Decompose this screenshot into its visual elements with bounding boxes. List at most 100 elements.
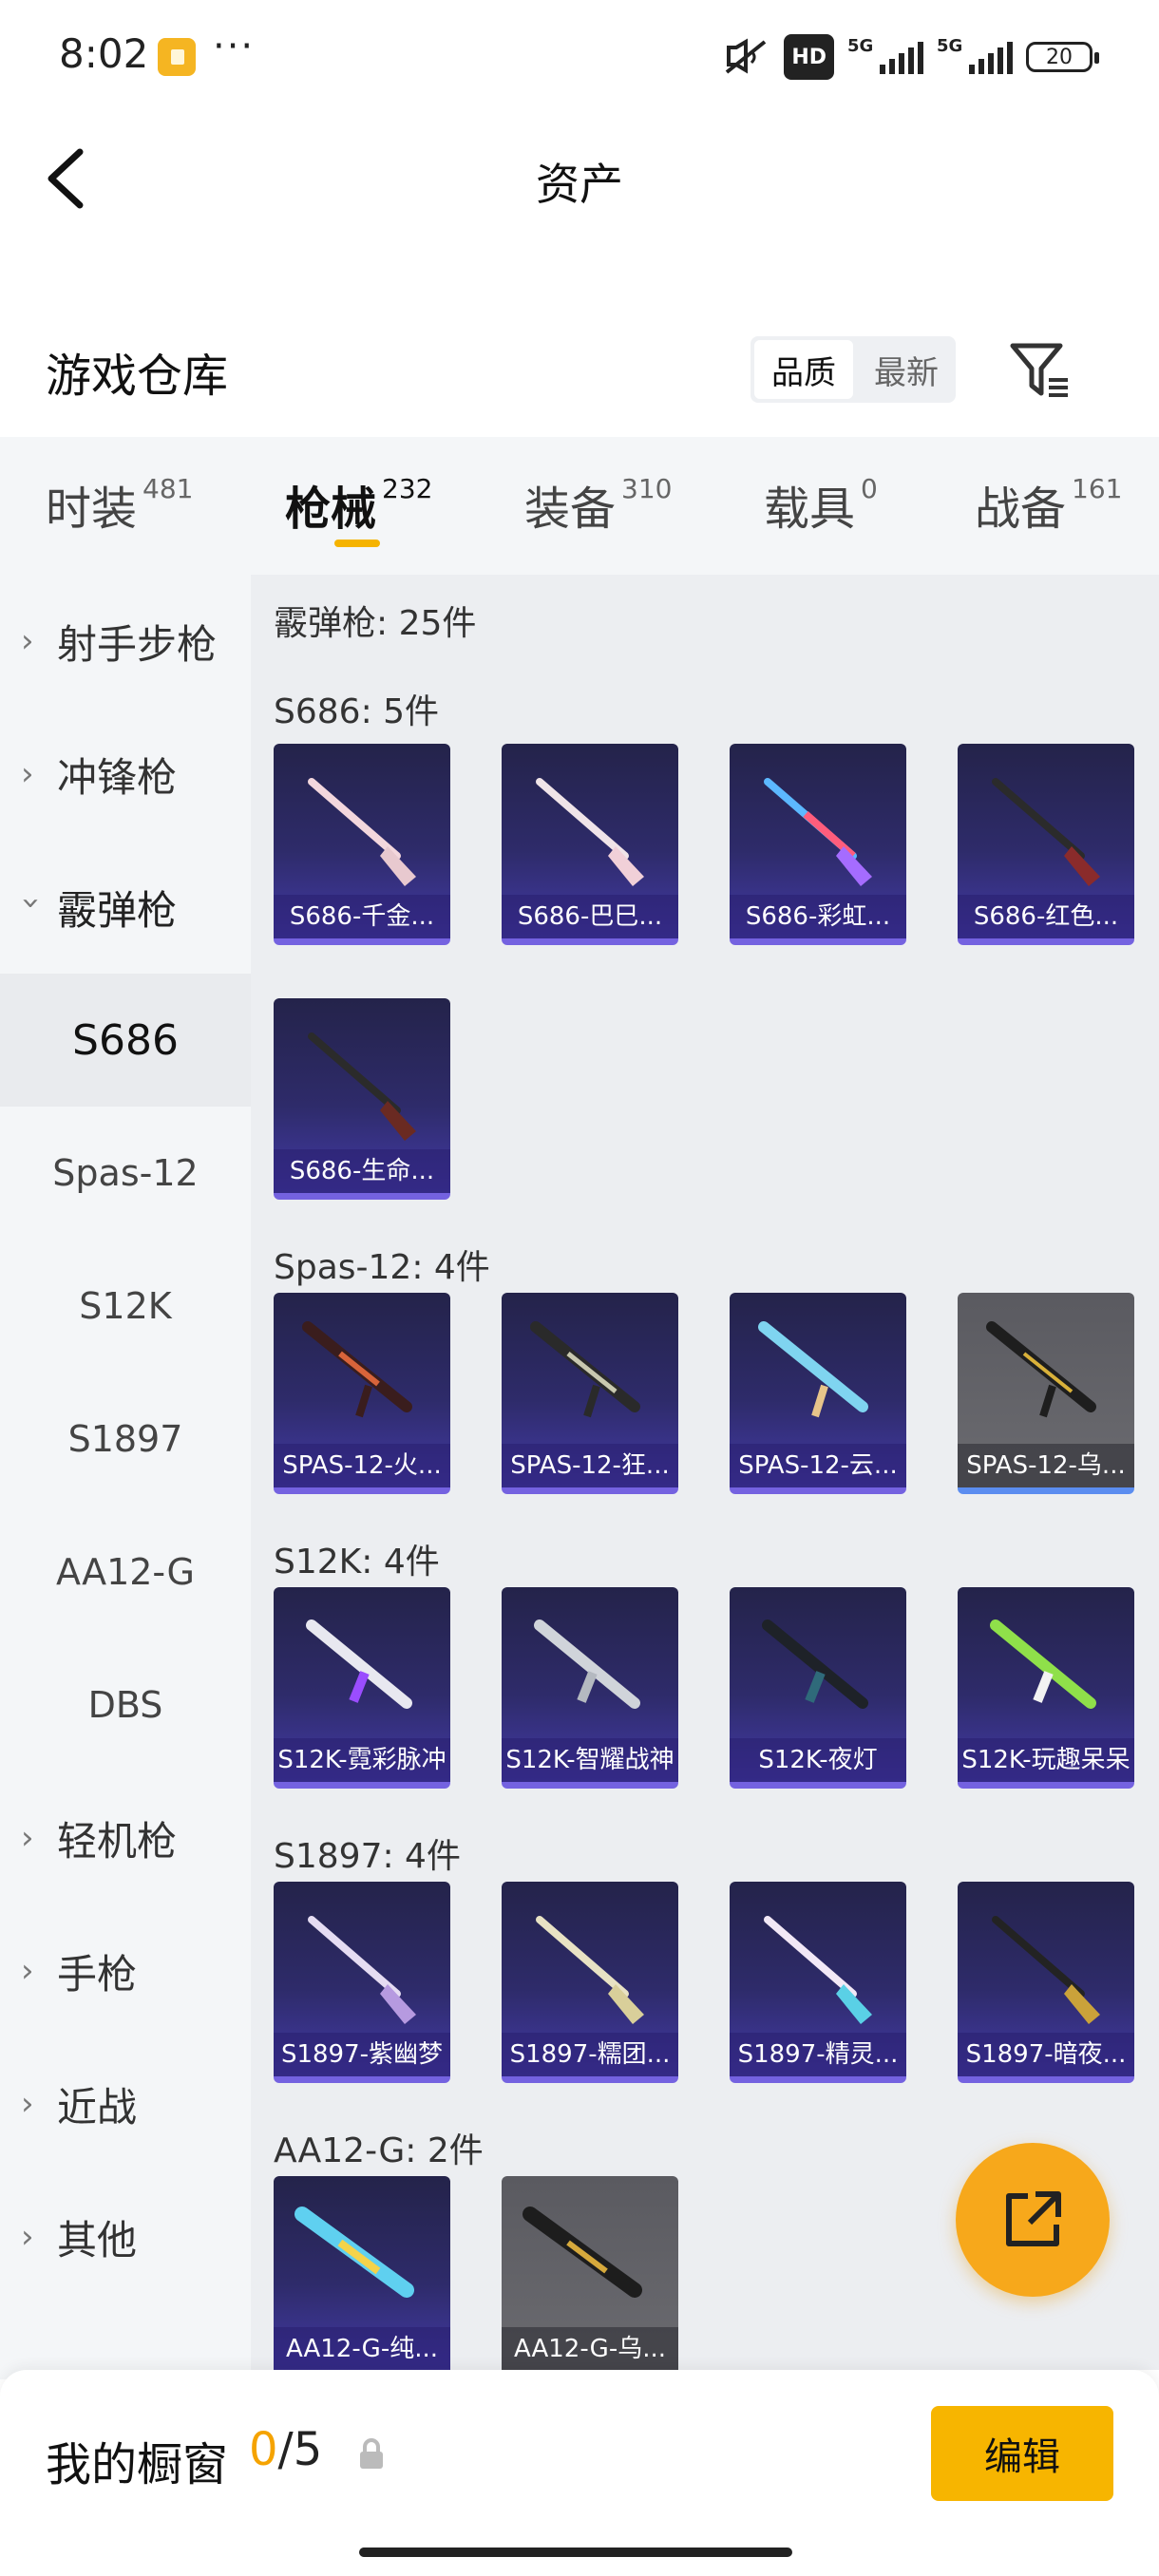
shotgun-icon bbox=[762, 1619, 868, 1709]
item-card[interactable]: S12K-夜灯 bbox=[730, 1587, 906, 1789]
sidebar-sub-spas12[interactable]: Spas-12 bbox=[0, 1107, 251, 1240]
notification-app-icon bbox=[158, 38, 196, 76]
shotgun-icon bbox=[764, 778, 872, 886]
tab-count: 481 bbox=[142, 473, 194, 504]
sidebar-item-pistol[interactable]: › 手枪 bbox=[0, 1904, 251, 2037]
sidebar-sub-s686[interactable]: S686 bbox=[0, 974, 251, 1107]
warehouse-header: 游戏仓库 品质 最新 bbox=[0, 313, 1159, 427]
page-title: 资产 bbox=[536, 159, 623, 210]
tab-label: 载具 bbox=[764, 483, 856, 536]
item-card[interactable]: S686-彩虹... bbox=[730, 744, 906, 945]
sidebar-item-label: 近战 bbox=[57, 2083, 138, 2131]
item-name: S1897-糯团... bbox=[502, 2033, 678, 2076]
tab-label: 时装 bbox=[46, 483, 138, 536]
sort-toggle: 品质 最新 bbox=[750, 336, 956, 403]
sidebar-item-lmg[interactable]: › 轻机枪 bbox=[0, 1771, 251, 1904]
sidebar-item-shotgun[interactable]: › 霰弹枪 bbox=[0, 841, 251, 974]
item-card[interactable]: S686-巴巳... bbox=[502, 744, 678, 945]
item-grid-area: 霰弹枪: 25件 S686: 5件 S686-千金... S686-巴巳... … bbox=[251, 575, 1159, 2370]
sidebar-item-label: 冲锋枪 bbox=[57, 753, 178, 801]
status-time: 8:02 bbox=[59, 30, 149, 77]
item-name: AA12-G-乌... bbox=[502, 2327, 678, 2370]
network-type-2: 5G bbox=[937, 36, 963, 56]
sidebar-sub-s12k[interactable]: S12K bbox=[0, 1240, 251, 1373]
signal-icon-2: 5G bbox=[937, 36, 1013, 74]
section-label-aa12g: AA12-G: 2件 bbox=[274, 2131, 484, 2170]
share-export-button[interactable] bbox=[956, 2143, 1110, 2297]
edit-button[interactable]: 编辑 bbox=[931, 2406, 1113, 2501]
item-name: S1897-精灵... bbox=[730, 2033, 906, 2076]
section-label-spas12: Spas-12: 4件 bbox=[274, 1248, 490, 1287]
more-notifications-icon: ··· bbox=[213, 25, 256, 68]
sidebar-sub-s1897[interactable]: S1897 bbox=[0, 1373, 251, 1506]
showcase-count: 0/5 bbox=[249, 2423, 322, 2476]
item-card[interactable]: SPAS-12-狂... bbox=[502, 1293, 678, 1494]
item-name: S12K-玩趣呆呆 bbox=[958, 1738, 1134, 1782]
home-indicator[interactable] bbox=[359, 2548, 792, 2557]
sidebar-item-other[interactable]: › 其他 bbox=[0, 2170, 251, 2303]
item-card[interactable]: S12K-霓彩脉冲 bbox=[274, 1587, 450, 1789]
item-name: S686-生命... bbox=[274, 1149, 450, 1193]
item-card[interactable]: S686-千金... bbox=[274, 744, 450, 945]
item-card[interactable]: S1897-暗夜... bbox=[958, 1882, 1134, 2083]
sidebar-sub-aa12g[interactable]: AA12-G bbox=[0, 1506, 251, 1638]
item-card[interactable]: AA12-G-纯... bbox=[274, 2176, 450, 2370]
item-card[interactable]: S1897-糯团... bbox=[502, 1882, 678, 2083]
item-name: S686-千金... bbox=[274, 895, 450, 938]
tab-label: 战备 bbox=[975, 483, 1067, 536]
chevron-right-icon: › bbox=[21, 622, 34, 660]
tab-firearms[interactable]: 枪械 232 bbox=[285, 471, 432, 538]
item-card[interactable]: S12K-智耀战神 bbox=[502, 1587, 678, 1789]
hd-voice-icon: HD bbox=[784, 34, 834, 80]
item-card[interactable]: S1897-紫幽梦 bbox=[274, 1882, 450, 2083]
item-card[interactable]: SPAS-12-乌... bbox=[958, 1293, 1134, 1494]
filter-button[interactable] bbox=[1007, 338, 1074, 405]
tab-tactical[interactable]: 战备 161 bbox=[975, 471, 1122, 538]
item-card[interactable]: S12K-玩趣呆呆 bbox=[958, 1587, 1134, 1789]
category-total: 霰弹枪: 25件 bbox=[274, 604, 477, 643]
network-type-1: 5G bbox=[847, 36, 874, 56]
tab-vehicles[interactable]: 载具 0 bbox=[764, 471, 878, 538]
active-tab-indicator bbox=[334, 540, 380, 547]
tab-equipment[interactable]: 装备 310 bbox=[524, 471, 672, 538]
sidebar-item-label: 霰弹枪 bbox=[57, 886, 178, 934]
tab-count: 0 bbox=[861, 473, 878, 504]
item-card[interactable]: S686-生命... bbox=[274, 998, 450, 1200]
sidebar-item-smg[interactable]: › 冲锋枪 bbox=[0, 708, 251, 841]
section-label-s12k: S12K: 4件 bbox=[274, 1543, 440, 1582]
item-name: SPAS-12-乌... bbox=[958, 1444, 1134, 1487]
item-card[interactable]: SPAS-12-云... bbox=[730, 1293, 906, 1494]
section-label-s686: S686: 5件 bbox=[274, 692, 440, 731]
filter-icon bbox=[1010, 343, 1068, 397]
item-name: SPAS-12-火... bbox=[274, 1444, 450, 1487]
item-card[interactable]: SPAS-12-火... bbox=[274, 1293, 450, 1494]
tab-count: 161 bbox=[1072, 473, 1123, 504]
sidebar-sub-dbs[interactable]: DBS bbox=[0, 1638, 251, 1771]
chevron-right-icon: › bbox=[21, 1952, 34, 1990]
tab-count: 232 bbox=[382, 473, 433, 504]
item-name: S686-巴巳... bbox=[502, 895, 678, 938]
chevron-down-icon: › bbox=[12, 897, 50, 910]
shotgun-icon bbox=[536, 1916, 644, 2024]
item-card[interactable]: S686-红色... bbox=[958, 744, 1134, 945]
sidebar-item-marksman-rifle[interactable]: › 射手步枪 bbox=[0, 575, 251, 708]
item-card[interactable]: AA12-G-乌... bbox=[502, 2176, 678, 2370]
chevron-right-icon: › bbox=[21, 2085, 34, 2123]
tab-count: 310 bbox=[621, 473, 673, 504]
chevron-right-icon: › bbox=[21, 1819, 34, 1857]
item-name: S12K-夜灯 bbox=[730, 1738, 906, 1782]
tab-fashion[interactable]: 时装 481 bbox=[46, 471, 193, 538]
item-card[interactable]: S1897-精灵... bbox=[730, 1882, 906, 2083]
shotgun-icon bbox=[764, 1916, 872, 2024]
warehouse-title: 游戏仓库 bbox=[46, 350, 229, 403]
shotgun-icon bbox=[986, 1321, 1096, 1418]
sort-quality-button[interactable]: 品质 bbox=[754, 340, 853, 399]
section-label-s1897: S1897: 4件 bbox=[274, 1837, 461, 1876]
top-nav: 资产 bbox=[0, 123, 1159, 237]
shotgun-icon bbox=[294, 2207, 414, 2298]
shotgun-icon bbox=[536, 778, 644, 886]
tab-label: 装备 bbox=[524, 483, 617, 536]
sidebar-item-melee[interactable]: › 近战 bbox=[0, 2037, 251, 2170]
sort-newest-button[interactable]: 最新 bbox=[857, 336, 956, 403]
showcase-bar: 我的橱窗 0/5 编辑 bbox=[0, 2370, 1159, 2576]
